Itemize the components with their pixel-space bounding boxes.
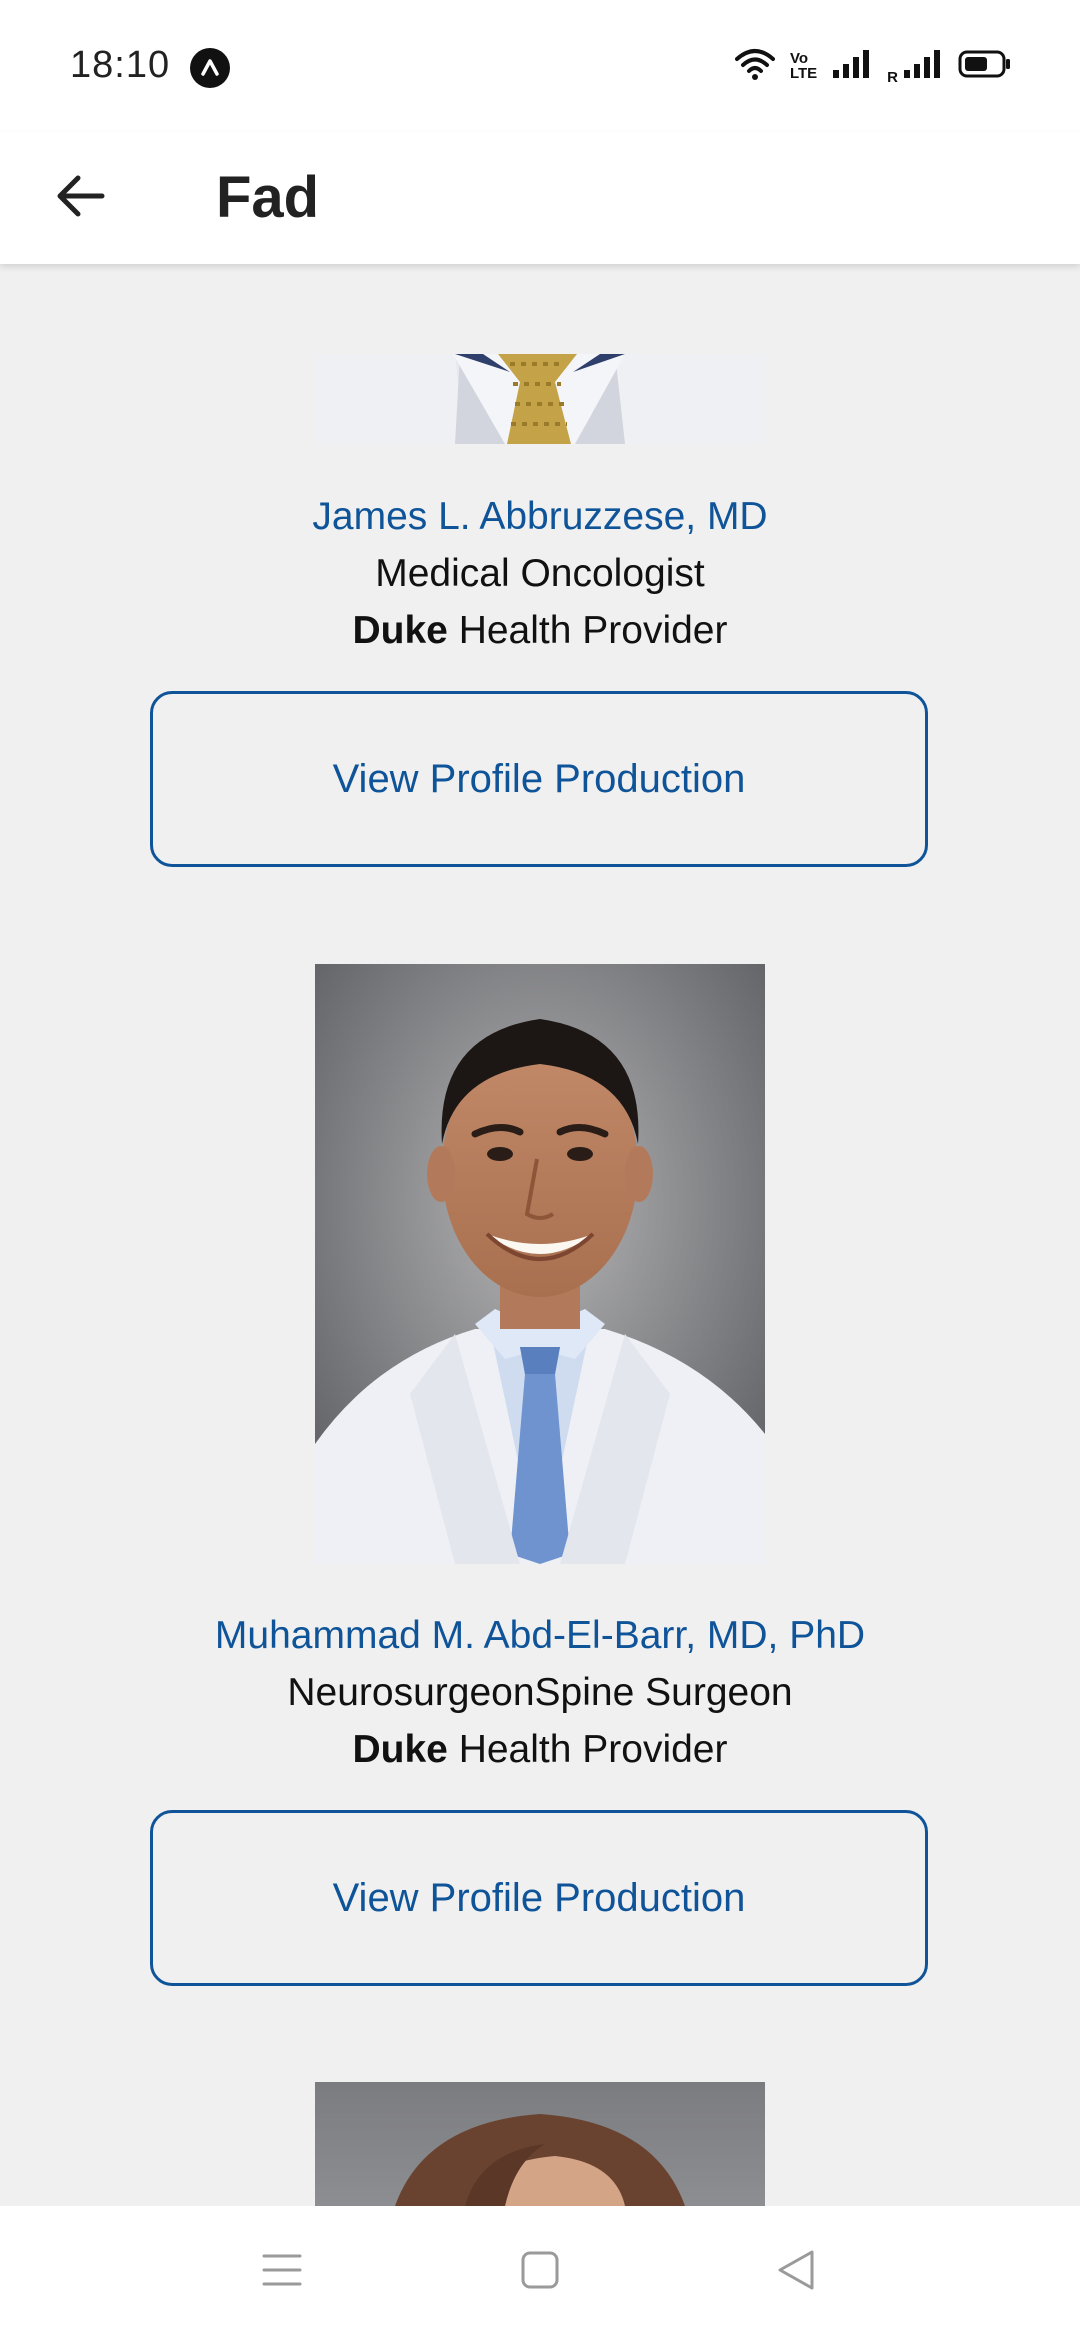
view-profile-button[interactable]: View Profile Production: [150, 1810, 928, 1986]
wifi-icon: [734, 47, 776, 86]
recent-apps-button[interactable]: [252, 2242, 312, 2302]
menu-icon: [262, 2252, 302, 2293]
page-title: Fad: [216, 165, 320, 230]
battery-icon: [958, 49, 1012, 84]
app-notification-icon: [190, 48, 230, 88]
provider-photo: [315, 964, 765, 1564]
provider-name-text: Muhammad M. Abd-El-Barr, MD, PhD: [214, 1614, 866, 1657]
navigation-bar: [0, 2206, 1080, 2340]
status-icons: Vo LTE R: [734, 46, 1012, 86]
roaming-signal-icon: [902, 48, 944, 85]
provider-name[interactable]: James L. Abbruzzese, MD: [0, 495, 1080, 539]
provider-name[interactable]: Muhammad M. Abd-El-Barr, MD, PhD: [0, 1614, 1080, 1658]
provider-specialty: NeurosurgeonSpine Surgeon: [0, 1671, 1080, 1715]
volte-label-bottom: LTE: [789, 65, 818, 82]
provider-specialty-text: NeurosurgeonSpine Surgeon: [287, 1671, 793, 1714]
provider-affiliation: Duke Health Provider: [0, 609, 1080, 653]
home-square-icon: [520, 2250, 560, 2295]
app-bar: Fad: [0, 132, 1080, 264]
provider-suffix: Health Provider: [447, 1728, 728, 1771]
screen: 18:10 Vo LTE R Fad James L. Abbruzzese, …: [0, 0, 1080, 2340]
view-profile-label: View Profile Production: [332, 756, 746, 801]
back-triangle-icon: [776, 2249, 816, 2296]
view-profile-label: View Profile Production: [332, 1875, 746, 1920]
view-profile-button[interactable]: View Profile Production: [150, 691, 928, 867]
provider-photo: [315, 354, 765, 444]
provider-list[interactable]: James L. Abbruzzese, MD Medical Oncologi…: [0, 264, 1080, 2206]
home-button[interactable]: [510, 2242, 570, 2302]
volte-icon: Vo LTE: [790, 51, 817, 81]
provider-name-text: James L. Abbruzzese, MD: [312, 495, 768, 538]
provider-suffix: Health Provider: [447, 609, 728, 652]
provider-org: Duke: [352, 609, 448, 652]
status-bar: 18:10 Vo LTE R: [0, 0, 1080, 132]
provider-specialty: Medical Oncologist: [0, 552, 1080, 596]
status-time: 18:10: [70, 44, 171, 86]
provider-org: Duke: [352, 1728, 448, 1771]
roaming-label: R: [887, 69, 898, 86]
system-back-button[interactable]: [766, 2242, 826, 2302]
signal-icon: [831, 48, 873, 85]
provider-photo: [315, 2082, 765, 2206]
arrow-left-icon: [54, 174, 106, 223]
back-button[interactable]: [40, 158, 120, 238]
provider-specialty-text: Medical Oncologist: [375, 552, 705, 595]
provider-affiliation: Duke Health Provider: [0, 1728, 1080, 1772]
